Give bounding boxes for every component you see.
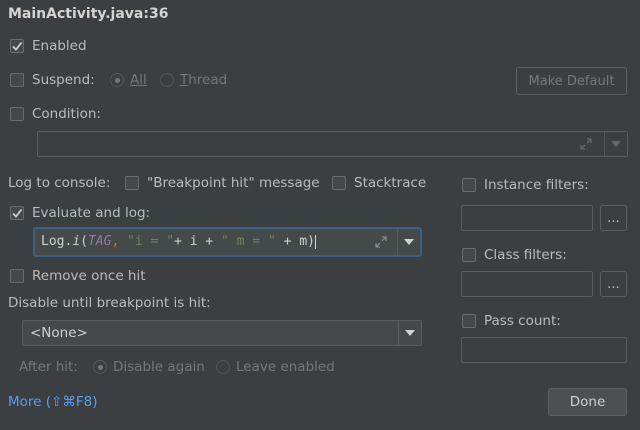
- make-default-button[interactable]: Make Default: [516, 67, 627, 95]
- radio-selected-icon: [93, 360, 107, 374]
- instance-filters-checkbox[interactable]: Instance filters:: [462, 177, 589, 193]
- disable-until-value: <None>: [30, 325, 88, 341]
- dialog-title: MainActivity.java:36: [8, 6, 169, 22]
- disable-until-label: Disable until breakpoint is hit:: [8, 295, 211, 311]
- class-filters-checkbox[interactable]: Class filters:: [462, 247, 567, 263]
- checkbox-box: [462, 314, 476, 328]
- pass-count-label: Pass count:: [484, 313, 561, 329]
- evaluate-and-log-label: Evaluate and log:: [32, 205, 151, 221]
- stacktrace-checkbox[interactable]: Stacktrace: [332, 175, 426, 191]
- breakpoint-hit-label: "Breakpoint hit" message: [147, 175, 320, 191]
- suspend-all-radio[interactable]: All: [110, 72, 147, 88]
- enabled-label: Enabled: [32, 38, 87, 54]
- condition-checkbox[interactable]: Condition:: [10, 106, 101, 122]
- expression-text: Log.i(TAG, "i = "+ i + " m = " + m): [41, 234, 316, 249]
- class-filters-label: Class filters:: [484, 247, 567, 263]
- leave-enabled-label: Leave enabled: [236, 359, 335, 375]
- evaluate-expression-field[interactable]: Log.i(TAG, "i = "+ i + " m = " + m): [33, 227, 422, 257]
- chevron-down-icon: [611, 141, 621, 147]
- condition-dropdown-arrow[interactable]: [604, 132, 627, 156]
- checkbox-box: [332, 176, 346, 190]
- evaluate-and-log-checkbox[interactable]: Evaluate and log:: [10, 205, 150, 221]
- disable-until-dropdown-arrow[interactable]: [398, 321, 421, 345]
- pass-count-checkbox[interactable]: Pass count:: [462, 313, 561, 329]
- instance-filters-field[interactable]: [461, 205, 593, 231]
- chevron-down-icon: [404, 239, 414, 245]
- radio-icon: [216, 360, 230, 374]
- suspend-label: Suspend:: [32, 72, 95, 88]
- expand-icon[interactable]: [374, 235, 388, 253]
- radio-icon: [160, 73, 174, 87]
- checkbox-box: [462, 178, 476, 192]
- text-cursor: [314, 234, 316, 249]
- suspend-checkbox[interactable]: Suspend:: [10, 72, 95, 88]
- chevron-down-icon: [405, 330, 415, 336]
- thread-label: Thread: [180, 72, 228, 88]
- after-hit-label: After hit:: [19, 359, 78, 375]
- radio-selected-icon: [110, 73, 124, 87]
- remove-once-hit-checkbox[interactable]: Remove once hit: [10, 268, 146, 284]
- leave-enabled-radio[interactable]: Leave enabled: [216, 359, 335, 375]
- all-label: All: [130, 72, 147, 88]
- remove-once-hit-label: Remove once hit: [32, 268, 146, 284]
- stacktrace-label: Stacktrace: [354, 175, 427, 191]
- expand-icon: [579, 137, 593, 155]
- more-link[interactable]: More (⇧⌘F8): [8, 394, 97, 410]
- class-filters-browse-button[interactable]: ...: [600, 271, 627, 297]
- log-to-console-label: Log to console:: [8, 175, 111, 191]
- disable-again-label: Disable again: [113, 359, 205, 375]
- enabled-checkbox[interactable]: Enabled: [10, 38, 87, 54]
- suspend-thread-radio[interactable]: Thread: [160, 72, 227, 88]
- instance-filters-browse-button[interactable]: ...: [600, 205, 627, 231]
- instance-filters-label: Instance filters:: [484, 177, 589, 193]
- checkbox-box: [10, 269, 24, 283]
- pass-count-field[interactable]: [461, 337, 627, 363]
- checkbox-box: [10, 73, 24, 87]
- done-button[interactable]: Done: [548, 388, 627, 416]
- checkbox-box: [462, 248, 476, 262]
- disable-until-select[interactable]: <None>: [22, 320, 422, 346]
- expression-dropdown-arrow[interactable]: [397, 229, 420, 255]
- checkbox-box: [10, 107, 24, 121]
- breakpoint-hit-checkbox[interactable]: "Breakpoint hit" message: [125, 175, 320, 191]
- class-filters-field[interactable]: [461, 271, 593, 297]
- disable-again-radio[interactable]: Disable again: [93, 359, 205, 375]
- check-icon: [10, 39, 24, 53]
- checkbox-box: [125, 176, 139, 190]
- condition-label: Condition:: [32, 106, 101, 122]
- condition-field[interactable]: [37, 131, 628, 157]
- check-icon: [10, 206, 24, 220]
